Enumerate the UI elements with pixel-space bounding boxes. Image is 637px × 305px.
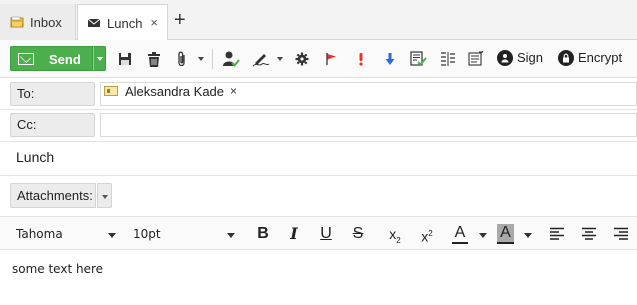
attach-options-caret[interactable] xyxy=(198,57,204,61)
font-size-select[interactable]: 10pt xyxy=(133,227,161,241)
recipient-name: Aleksandra Kade xyxy=(125,83,225,99)
superscript-mark: 2 xyxy=(428,229,433,238)
priority-high-icon[interactable] xyxy=(352,50,370,68)
tab-inbox-label: Inbox xyxy=(30,14,62,30)
tab-bar: Inbox Lunch × + xyxy=(0,0,637,41)
font-family-select[interactable]: Tahoma xyxy=(16,227,63,241)
text-color-button[interactable]: A xyxy=(452,224,468,244)
tab-lunch-label: Lunch xyxy=(107,15,143,31)
close-icon[interactable]: × xyxy=(150,16,158,30)
align-center-icon[interactable] xyxy=(580,225,598,243)
align-left-icon[interactable] xyxy=(548,225,566,243)
send-button[interactable]: Send xyxy=(10,46,93,71)
subscript-mark: 2 xyxy=(396,235,401,245)
contact-check-icon[interactable] xyxy=(222,50,240,68)
strikethrough-button[interactable]: S xyxy=(350,224,366,244)
signature-options-caret[interactable] xyxy=(277,57,283,61)
cc-field[interactable] xyxy=(100,113,637,137)
attachments-dropdown[interactable] xyxy=(97,183,112,208)
encrypt-lock-icon[interactable] xyxy=(558,50,574,66)
tab-inbox[interactable]: Inbox xyxy=(0,4,76,40)
font-size-caret[interactable] xyxy=(227,233,235,238)
cc-label-button[interactable]: Cc: xyxy=(10,113,95,137)
highlight-color-button[interactable]: A xyxy=(497,224,514,244)
message-body[interactable]: some text here xyxy=(12,262,103,276)
trash-icon[interactable] xyxy=(145,50,163,68)
sign-icon[interactable] xyxy=(497,50,513,66)
to-row: To: Aleksandra Kade × xyxy=(0,78,637,110)
envelope-icon xyxy=(87,16,101,30)
gear-icon[interactable] xyxy=(293,50,311,68)
underline-button[interactable]: U xyxy=(318,224,334,244)
subscript-button[interactable]: x2 xyxy=(385,224,405,245)
contact-card-icon xyxy=(104,86,118,96)
text-color-caret[interactable] xyxy=(479,233,487,238)
priority-low-icon[interactable] xyxy=(381,50,399,68)
cc-row: Cc: xyxy=(0,110,637,142)
send-envelope-icon xyxy=(18,53,34,65)
to-label-button[interactable]: To: xyxy=(10,82,95,106)
save-icon[interactable] xyxy=(116,50,134,68)
paperclip-icon[interactable] xyxy=(173,50,191,68)
format-toolbar: Tahoma 10pt B I U S x2 x2 A A xyxy=(0,216,637,250)
compose-toolbar: Send Sign Encrypt xyxy=(0,40,637,78)
bold-button[interactable]: B xyxy=(255,224,271,244)
read-receipt-icon[interactable] xyxy=(410,50,428,68)
sign-button[interactable]: Sign xyxy=(517,49,543,67)
add-tab-button[interactable]: + xyxy=(174,9,186,31)
highlight-color-caret[interactable] xyxy=(524,233,532,238)
tab-lunch[interactable]: Lunch × xyxy=(77,4,168,41)
subject-row xyxy=(0,142,637,176)
superscript-button[interactable]: x2 xyxy=(417,224,437,245)
send-label: Send xyxy=(49,52,81,67)
remove-recipient-icon[interactable]: × xyxy=(230,84,237,98)
encrypt-button[interactable]: Encrypt xyxy=(578,49,622,67)
flag-icon[interactable] xyxy=(322,50,340,68)
list-options-icon[interactable] xyxy=(467,50,485,68)
recipient-chip[interactable]: Aleksandra Kade × xyxy=(104,82,237,100)
align-right-icon[interactable] xyxy=(612,225,630,243)
subject-field[interactable]: Lunch xyxy=(16,149,54,165)
inbox-folder-icon xyxy=(10,15,24,29)
font-family-caret[interactable] xyxy=(108,233,116,238)
send-options-dropdown[interactable] xyxy=(93,46,106,71)
signature-pen-icon[interactable] xyxy=(252,50,270,68)
italic-button[interactable]: I xyxy=(286,224,302,244)
attachments-button[interactable]: Attachments: xyxy=(10,183,96,208)
toolbar-divider xyxy=(212,49,213,69)
list-icon[interactable] xyxy=(439,50,457,68)
